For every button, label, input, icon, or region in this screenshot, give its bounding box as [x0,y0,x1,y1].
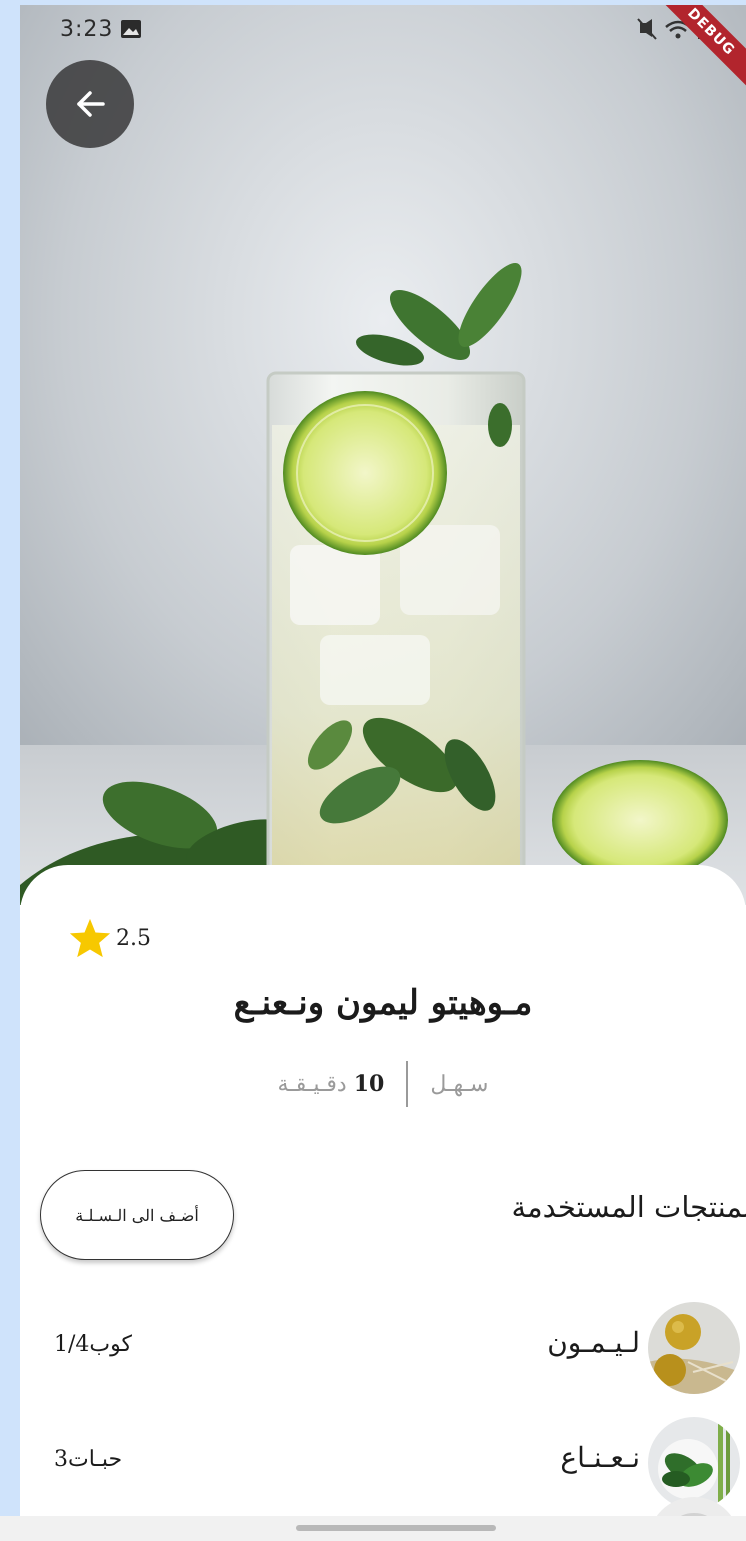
ingredient-name: لـيـمـون [547,1326,640,1359]
back-button[interactable] [46,60,134,148]
rating: 2.5 [68,917,151,959]
home-gesture-handle[interactable] [296,1525,496,1531]
list-item[interactable]: كوب1/4 لـيـمـون [20,1302,746,1398]
lemons-photo [648,1302,740,1394]
prep-time-unit: دقـيـقـة [277,1072,347,1097]
ingredient-name: نـعـنـاع [560,1441,640,1474]
star-icon [69,918,111,958]
status-bar: 3:23 [20,5,746,53]
rating-value: 2.5 [116,925,151,951]
gallery-notification-icon [120,19,142,43]
recipe-title: مـوهيتو ليمون ونـعنـع [233,983,533,1023]
ingredient-quantity: حبـات3 [54,1447,123,1472]
system-navigation-bar [0,1516,746,1541]
status-time: 3:23 [60,17,114,42]
add-to-cart-button[interactable]: أضـف الى الـسـلـة [40,1170,234,1260]
arrow-back-icon [77,91,105,117]
mint-photo [648,1417,740,1509]
mojito-glass-photo [20,5,746,905]
app-screen: 3:23 DEBUG 2.5 مـوهيتو ليمون ونـعنـع سـه… [20,5,746,1541]
recipe-meta: سـهـل 10 دقـيـقـة [20,1061,746,1107]
prep-time-value: 10 [353,1071,385,1097]
ingredients-section-title: لمنتجات المستخدمة [511,1190,746,1224]
meta-divider [406,1061,409,1107]
recipe-details-sheet: 2.5 مـوهيتو ليمون ونـعنـع سـهـل 10 دقـيـ… [20,865,746,1541]
difficulty-label: سـهـل [430,1071,489,1097]
ingredient-quantity: كوب1/4 [54,1332,132,1357]
recipe-hero-image: 3:23 DEBUG [20,5,746,905]
prep-time: 10 دقـيـقـة [278,1071,407,1097]
